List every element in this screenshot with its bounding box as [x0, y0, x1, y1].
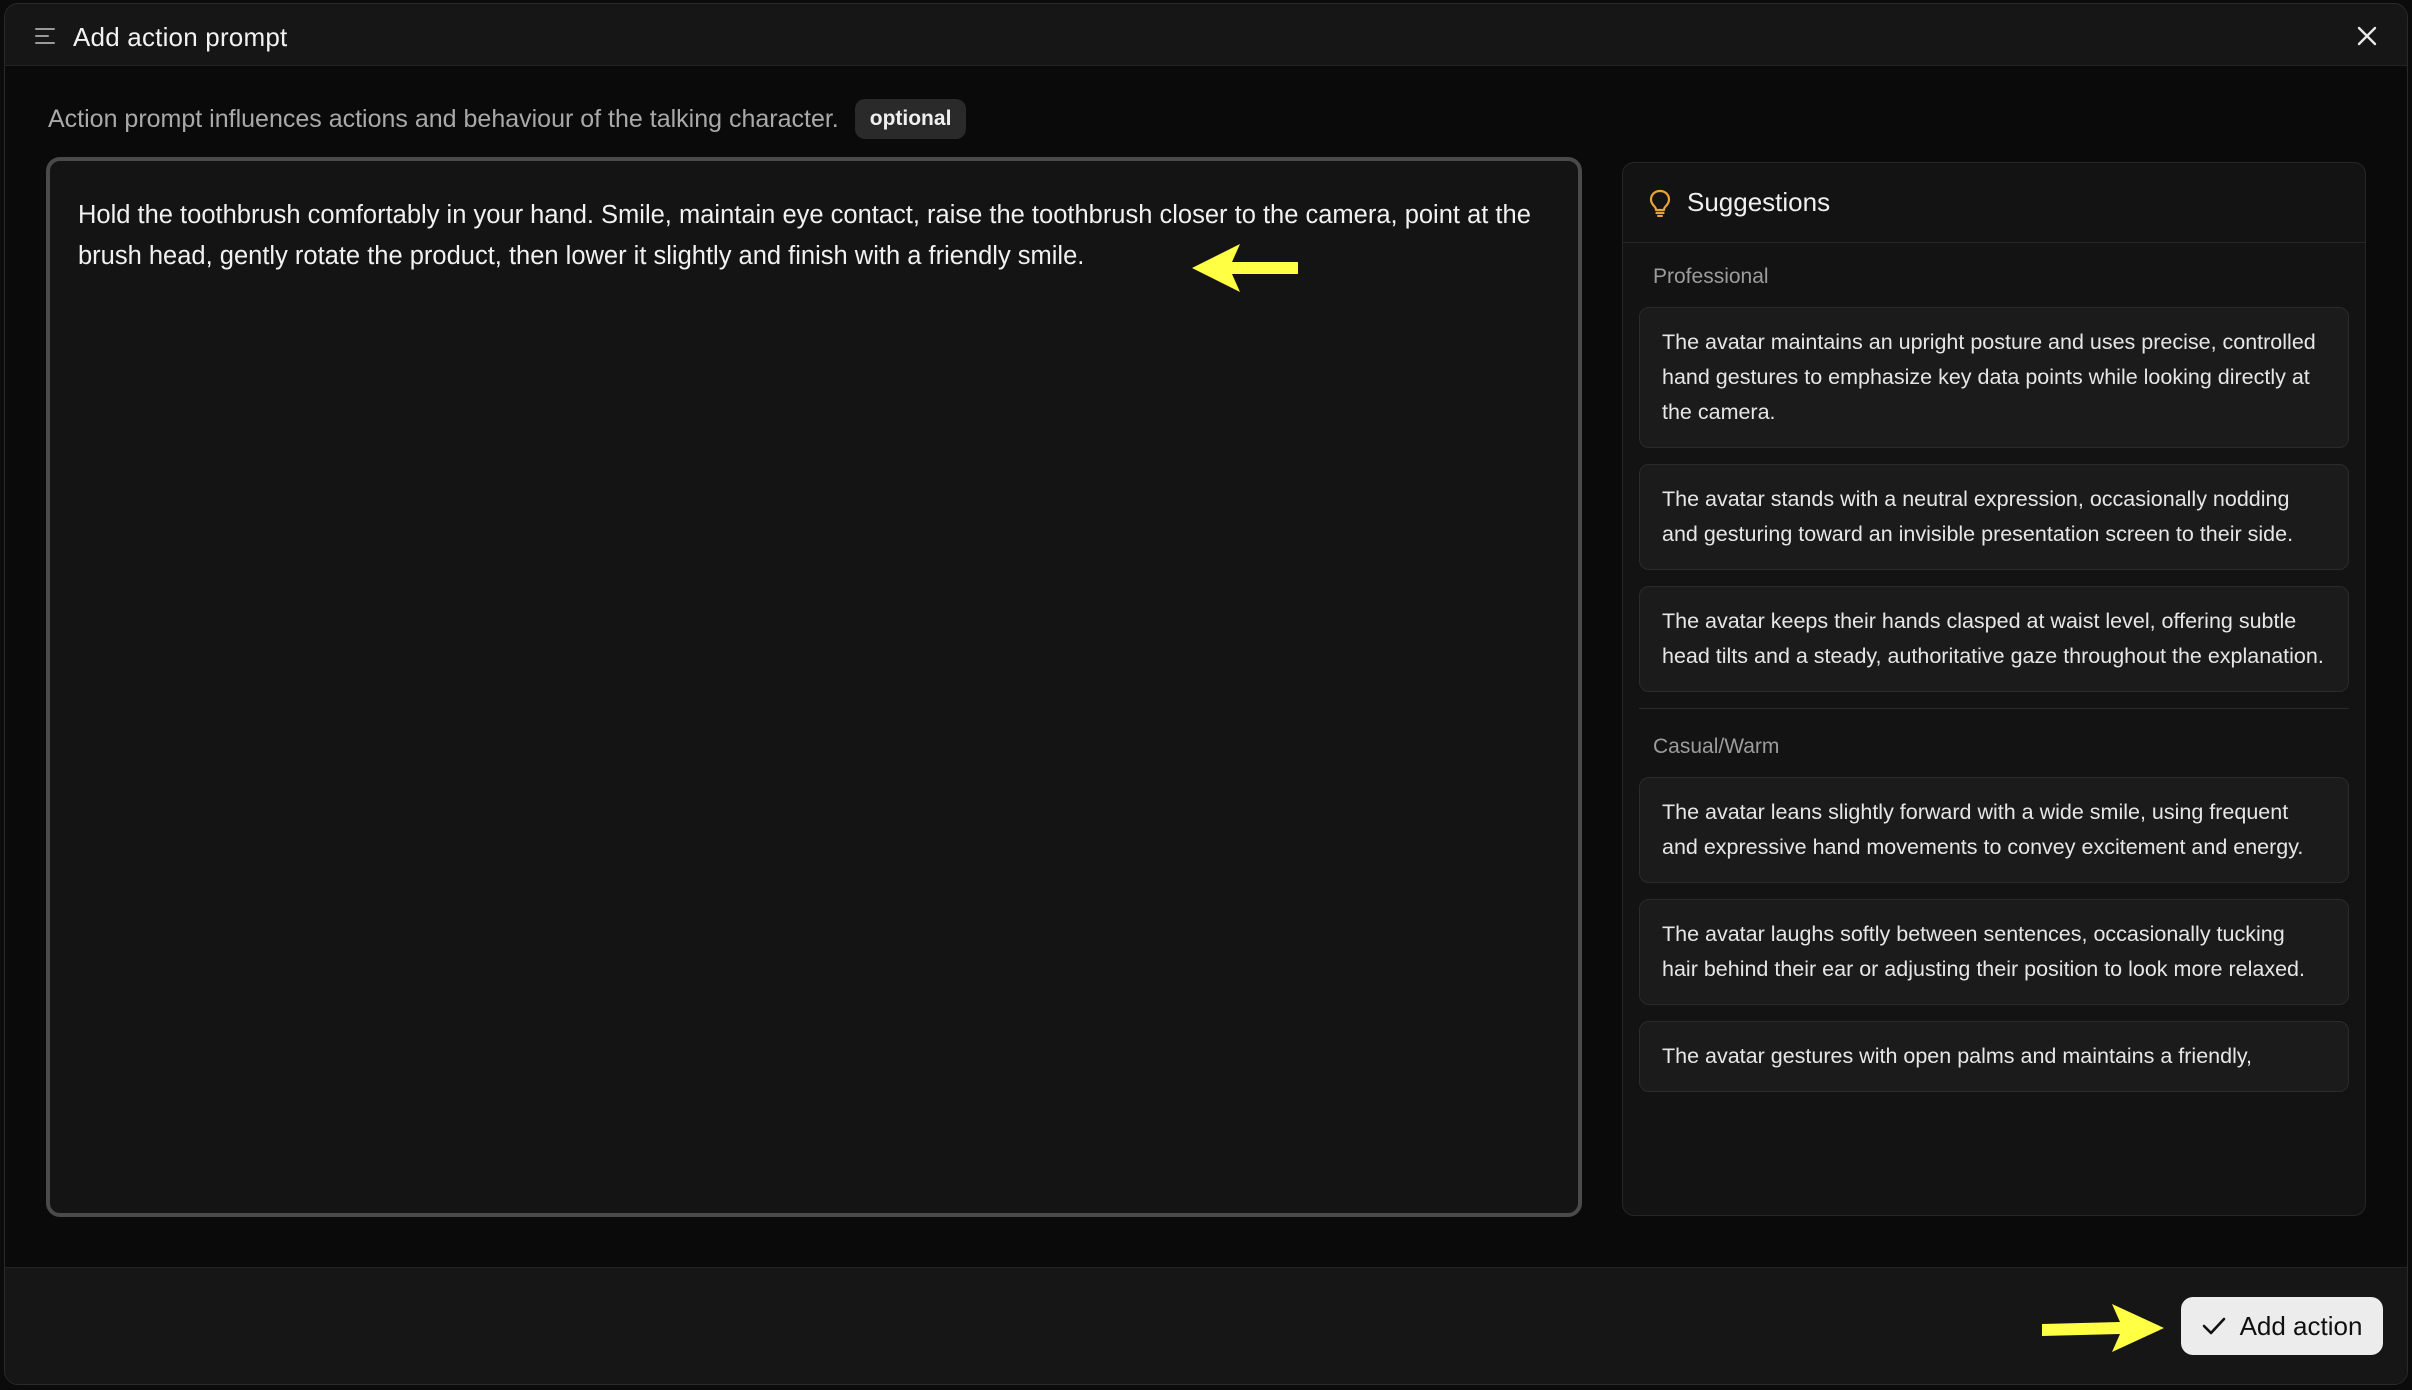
description-row: Action prompt influences actions and beh… [48, 99, 967, 139]
add-action-label: Add action [2239, 1310, 2363, 1341]
add-action-button[interactable]: Add action [2181, 1297, 2383, 1355]
add-action-prompt-dialog: Add action prompt Action prompt influenc… [4, 3, 2408, 1385]
suggestion-card[interactable]: The avatar keeps their hands clasped at … [1639, 586, 2349, 692]
dialog-titlebar: Add action prompt [5, 4, 2407, 66]
annotation-arrow-left [1192, 244, 1298, 292]
suggestion-card[interactable]: The avatar laughs softly between sentenc… [1639, 899, 2349, 1005]
action-prompt-text[interactable]: Hold the toothbrush comfortably in your … [78, 195, 1550, 277]
action-prompt-textarea[interactable]: Hold the toothbrush comfortably in your … [46, 157, 1582, 1217]
annotation-arrow-right [2042, 1304, 2164, 1352]
optional-badge: optional [854, 99, 967, 139]
lightbulb-icon [1649, 189, 1671, 217]
suggestions-header: Suggestions [1623, 163, 2365, 243]
check-icon [2202, 1317, 2225, 1335]
group-label-casual-warm: Casual/Warm [1653, 735, 1780, 758]
suggestion-card[interactable]: The avatar maintains an upright posture … [1639, 307, 2349, 448]
group-label-professional: Professional [1653, 265, 1769, 288]
group-divider [1639, 708, 2349, 709]
suggestions-panel: Suggestions Professional The avatar main… [1622, 162, 2366, 1216]
suggestion-card[interactable]: The avatar gestures with open palms and … [1639, 1021, 2349, 1092]
close-icon [2357, 26, 2377, 46]
close-button[interactable] [2353, 22, 2381, 50]
dialog-title: Add action prompt [73, 22, 288, 52]
suggestion-card[interactable]: The avatar stands with a neutral express… [1639, 464, 2349, 570]
menu-lines-icon[interactable] [35, 26, 57, 46]
suggestions-title: Suggestions [1687, 187, 1831, 217]
dialog-description: Action prompt influences actions and beh… [48, 104, 839, 133]
suggestions-list[interactable]: Professional The avatar maintains an upr… [1623, 243, 2365, 1092]
suggestion-card[interactable]: The avatar leans slightly forward with a… [1639, 777, 2349, 883]
